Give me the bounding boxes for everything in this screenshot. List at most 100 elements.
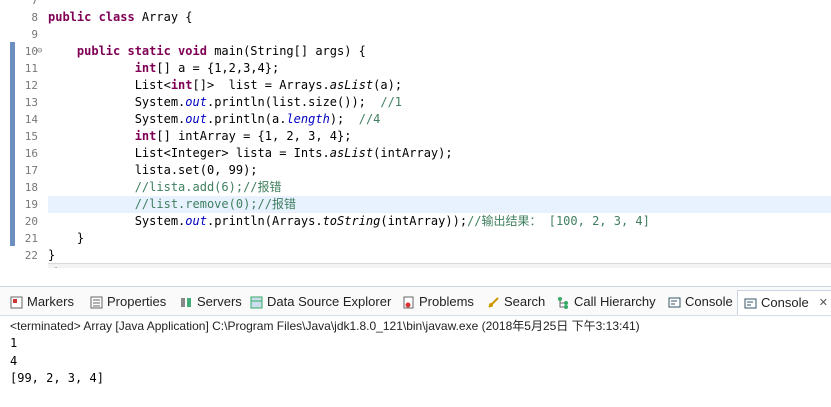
tab-markers[interactable]: Markers xyxy=(10,292,74,312)
code-line[interactable]: 17 lista.set(0, 99); xyxy=(0,162,831,179)
tab-console-active[interactable]: Console ✕ xyxy=(737,290,831,315)
database-icon xyxy=(250,296,263,308)
code-token: List<Integer> lista = Ints. xyxy=(48,146,330,160)
line-number: 17 xyxy=(24,164,38,177)
markers-icon xyxy=(10,296,23,308)
console-output-line: [99, 2, 3, 4] xyxy=(10,371,104,385)
console-icon xyxy=(668,297,681,307)
code-token: System. xyxy=(48,112,186,126)
code-line[interactable]: 10 ⊖ public static void main(String[] arg… xyxy=(0,43,831,60)
console-output-line: 1 xyxy=(10,336,18,350)
code-text: public static void main(String[] args) { xyxy=(48,43,366,60)
code-text: int[] a = {1,2,3,4}; xyxy=(48,60,280,77)
tab-problems[interactable]: Problems xyxy=(402,292,474,312)
code-line[interactable]: 7 xyxy=(0,0,831,9)
search-icon xyxy=(488,296,499,308)
view-tabs: Markers Properties Servers Data Source E… xyxy=(0,287,831,316)
properties-icon xyxy=(90,296,103,308)
code-token: .println(list.size()); xyxy=(206,95,381,109)
tab-label: Console xyxy=(761,295,809,310)
code-token: main(String[] args) { xyxy=(214,44,366,58)
tab-label: Console xyxy=(685,294,733,309)
code-token: //list.remove(0);//报错 xyxy=(134,197,296,211)
line-number: 11 xyxy=(24,62,38,75)
code-line[interactable]: 9 xyxy=(0,26,831,43)
code-text: System.out.println(list.size()); //1 xyxy=(48,94,402,111)
code-text: public class Array { xyxy=(48,9,193,26)
code-line[interactable]: 16 List<Integer> lista = Ints.asList(int… xyxy=(0,145,831,162)
code-line[interactable]: 22} xyxy=(0,247,831,264)
fold-collapse-icon[interactable]: ⊖ xyxy=(37,43,42,60)
code-token: (intArray)); xyxy=(380,214,468,228)
code-line[interactable]: 14 System.out.println(a.length); //4 xyxy=(0,111,831,128)
code-token: []> list = Arrays. xyxy=(192,78,330,92)
line-number: 12 xyxy=(24,79,38,92)
servers-icon xyxy=(181,297,191,307)
code-token: System. xyxy=(48,214,186,228)
horizontal-scrollbar[interactable]: < xyxy=(48,263,831,268)
code-text: System.out.println(a.length); //4 xyxy=(48,111,381,128)
code-text: } xyxy=(48,247,55,264)
line-number: 21 xyxy=(24,232,38,245)
line-number: 19 xyxy=(24,198,38,211)
code-editor[interactable]: 7 8 public class Array {9 10 ⊖ public static… xyxy=(0,0,831,268)
scroll-left-arrow-icon[interactable]: < xyxy=(50,263,57,268)
code-token: out xyxy=(185,112,207,126)
code-text: int[] intArray = {1, 2, 3, 4}; xyxy=(48,128,352,145)
code-line[interactable]: 8 public class Array { xyxy=(0,9,831,26)
tab-properties[interactable]: Properties xyxy=(90,292,166,312)
tab-search[interactable]: Search xyxy=(487,292,545,312)
line-number: 7 xyxy=(31,0,38,7)
tab-label: Properties xyxy=(107,294,167,309)
code-line[interactable]: 12 List<int[]> list = Arrays.asList(a); xyxy=(0,77,831,94)
tab-label: Problems xyxy=(419,294,474,309)
code-line[interactable]: 19 //list.remove(0);//报错 xyxy=(0,196,831,213)
line-number: 10 xyxy=(24,45,38,58)
problems-icon xyxy=(403,296,414,308)
code-token: //1 xyxy=(380,95,403,109)
tab-call-hierarchy[interactable]: Call Hierarchy xyxy=(557,292,656,312)
code-token: [] intArray = {1, 2, 3, 4}; xyxy=(156,129,352,143)
code-line[interactable]: 18 //lista.add(6);//报错 xyxy=(0,179,831,196)
code-token: List< xyxy=(48,78,171,92)
code-text: List<int[]> list = Arrays.asList(a); xyxy=(48,77,402,94)
tab-label: Call Hierarchy xyxy=(574,294,656,309)
code-line[interactable]: 13 System.out.println(list.size()); //1 xyxy=(0,94,831,111)
code-token: lista.set(0, 99); xyxy=(48,163,258,177)
code-token: out xyxy=(185,95,207,109)
tab-console[interactable]: Console xyxy=(668,292,733,312)
code-token: ); xyxy=(329,112,359,126)
tab-label: Data Source Explorer xyxy=(267,294,392,309)
code-line[interactable]: 11 int[] a = {1,2,3,4}; xyxy=(0,60,831,77)
code-line[interactable]: 21 } xyxy=(0,230,831,247)
console-output-line: 4 xyxy=(10,354,18,368)
code-line[interactable]: 20 System.out.println(Arrays.toString(in… xyxy=(0,213,831,230)
code-token: (intArray); xyxy=(373,146,453,160)
line-number: 18 xyxy=(24,181,38,194)
code-token: out xyxy=(185,214,207,228)
console-icon xyxy=(744,298,757,308)
line-number: 20 xyxy=(24,215,38,228)
tab-label: Search xyxy=(504,294,546,309)
code-token: (a); xyxy=(373,78,403,92)
bottom-panel: Markers Properties Servers Data Source E… xyxy=(0,286,831,407)
code-token: } xyxy=(48,231,85,245)
tab-data-source-explorer[interactable]: Data Source Explorer xyxy=(250,292,391,312)
close-icon[interactable]: ✕ xyxy=(819,293,828,313)
line-number: 14 xyxy=(24,113,38,126)
code-token: int xyxy=(134,61,157,75)
call-hierarchy-icon xyxy=(558,296,568,309)
code-line[interactable]: 15 int[] intArray = {1, 2, 3, 4}; xyxy=(0,128,831,145)
code-token: System. xyxy=(48,95,186,109)
code-token: [] a = {1,2,3,4}; xyxy=(156,61,280,75)
tab-servers[interactable]: Servers xyxy=(180,292,242,312)
code-token: //lista.add(6);//报错 xyxy=(134,180,282,194)
code-token: toString xyxy=(322,214,381,228)
code-token: .println(a. xyxy=(206,112,287,126)
tab-label: Markers xyxy=(27,294,74,309)
code-token: int xyxy=(134,129,157,143)
